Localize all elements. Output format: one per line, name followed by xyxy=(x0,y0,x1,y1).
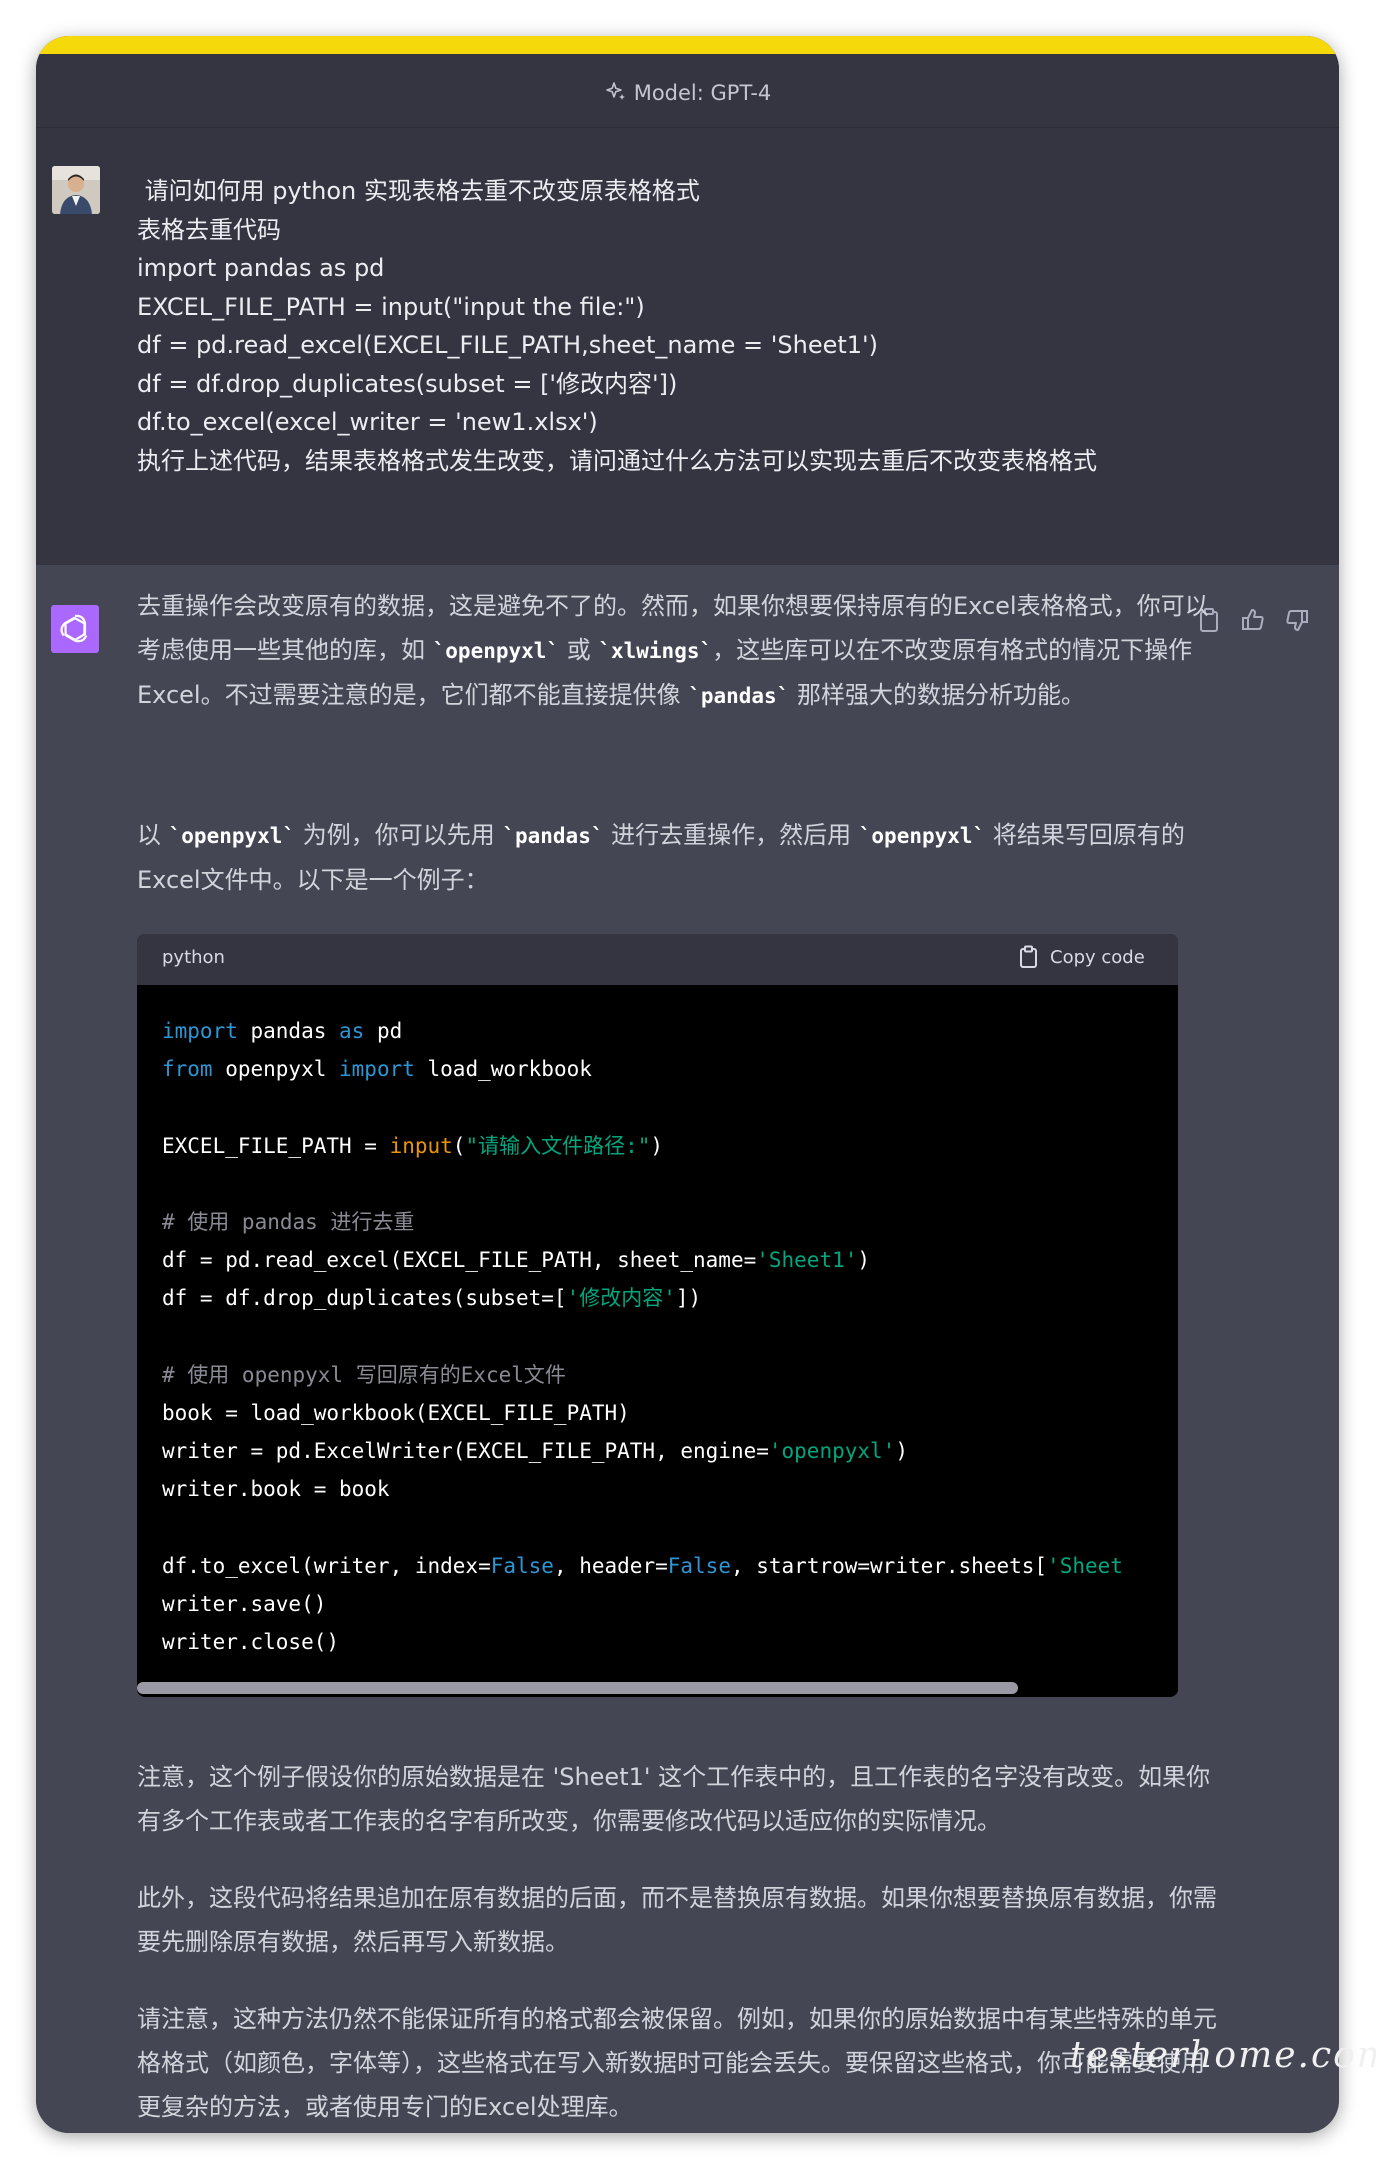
code-content: import pandas as pd from openpyxl import … xyxy=(162,1012,1178,1661)
user-message-line: df = pd.read_excel(EXCEL_FILE_PATH,sheet… xyxy=(137,331,879,359)
watermark: testerhome.com xyxy=(1070,2035,1376,2076)
code-token: df = pd.read_excel(EXCEL_FILE_PATH, shee… xyxy=(162,1248,757,1273)
chat-window: Model: GPT-4 请问如何用 python 实现表格去重不改变原表格格式… xyxy=(36,36,1339,2133)
code-line: EXCEL_FILE_PATH = input("请输入文件路径:") xyxy=(162,1127,1178,1165)
user-avatar[interactable] xyxy=(52,166,100,214)
code-token: writer.save() xyxy=(162,1591,327,1616)
code-line: df = df.drop_duplicates(subset=['修改内容']) xyxy=(162,1279,1178,1317)
model-label: Model: GPT-4 xyxy=(633,81,772,105)
inline-code: `openpyxl` xyxy=(858,824,986,848)
inline-code: `pandas` xyxy=(688,684,790,708)
code-language-label: python xyxy=(162,947,225,968)
user-message-line: import pandas as pd xyxy=(137,254,385,282)
code-token: input xyxy=(389,1133,453,1158)
code-token: df.to_excel(writer, index= xyxy=(162,1553,491,1578)
code-token: ( xyxy=(452,1133,466,1158)
model-header: Model: GPT-4 xyxy=(36,54,1339,128)
code-line: writer = pd.ExcelWriter(EXCEL_FILE_PATH,… xyxy=(162,1432,1178,1470)
code-token: # 使用 openpyxl 写回原有的Excel文件 xyxy=(162,1362,566,1387)
code-token: writer = pd.ExcelWriter(EXCEL_FILE_PATH,… xyxy=(162,1439,769,1464)
thumbs-up-icon[interactable] xyxy=(1240,607,1266,633)
code-token: False xyxy=(490,1553,554,1578)
code-token: from xyxy=(162,1057,213,1082)
code-line: df = pd.read_excel(EXCEL_FILE_PATH, shee… xyxy=(162,1241,1178,1279)
assistant-paragraph-2: 以 `openpyxl` 为例，你可以先用 `pandas` 进行去重操作，然后… xyxy=(137,821,1185,894)
code-line: writer.close() xyxy=(162,1623,1178,1661)
code-token: df = df.drop_duplicates(subset=[ xyxy=(162,1286,567,1311)
code-block-header: python Copy code xyxy=(137,934,1178,985)
top-accent-bar xyxy=(36,36,1339,54)
inline-code: `pandas` xyxy=(502,824,604,848)
copy-code-button[interactable]: Copy code xyxy=(1018,945,1145,975)
code-line: # 使用 openpyxl 写回原有的Excel文件 xyxy=(162,1356,1178,1394)
code-token: 'Sheet xyxy=(1047,1553,1123,1578)
user-message-line: 请问如何用 python 实现表格去重不改变原表格格式 xyxy=(137,177,700,205)
sparkle-icon xyxy=(605,82,625,100)
code-token: "请输入文件路径:" xyxy=(465,1133,651,1158)
inline-code: `openpyxl` xyxy=(432,639,560,663)
user-message-line: 执行上述代码，结果表格格式发生改变，请问通过什么方法可以实现去重后不改变表格格式 xyxy=(137,446,1097,475)
clipboard-icon xyxy=(1020,945,1037,968)
assistant-paragraph-5: 请注意，这种方法仍然不能保证所有的格式都会被保留。例如，如果你的原始数据中有某些… xyxy=(137,2005,1217,2121)
code-token: writer.book = book xyxy=(162,1477,390,1502)
code-token: openpyxl xyxy=(212,1057,340,1082)
assistant-paragraph-4: 此外，这段代码将结果追加在原有数据的后面，而不是替换原有数据。如果你想要替换原有… xyxy=(137,1884,1217,1956)
code-token: as xyxy=(339,1019,365,1043)
assistant-paragraph-1: 去重操作会改变原有的数据，这是避免不了的。然而，如果你想要保持原有的Excel表… xyxy=(137,592,1209,709)
code-line: writer.save() xyxy=(162,1585,1178,1623)
user-message-line: EXCEL_FILE_PATH = input("input the file:… xyxy=(137,292,645,321)
code-token: # 使用 pandas 进行去重 xyxy=(162,1209,415,1234)
code-token: ) xyxy=(857,1248,871,1273)
code-token: False xyxy=(667,1553,731,1578)
code-token: pd xyxy=(364,1019,403,1043)
inline-code: `openpyxl` xyxy=(168,824,296,848)
code-token: , header= xyxy=(553,1553,668,1578)
code-token: book = load_workbook(EXCEL_FILE_PATH) xyxy=(162,1400,630,1425)
code-token: import xyxy=(162,1019,238,1043)
code-line: book = load_workbook(EXCEL_FILE_PATH) xyxy=(162,1394,1178,1432)
code-token: ) xyxy=(650,1133,664,1158)
code-token: EXCEL_FILE_PATH = xyxy=(162,1133,390,1158)
code-token: 'openpyxl' xyxy=(768,1439,896,1464)
inline-code: `xlwings` xyxy=(598,639,713,663)
thumbs-down-icon[interactable] xyxy=(1284,607,1310,633)
code-token: load_workbook xyxy=(414,1057,592,1082)
code-block: python Copy code import pandas as pd from… xyxy=(137,934,1178,1697)
code-line: from openpyxl import load_workbook xyxy=(162,1050,1178,1088)
user-message-line: 表格去重代码 xyxy=(137,215,281,244)
code-token: import xyxy=(339,1057,415,1082)
code-line: import pandas as pd xyxy=(162,1012,1178,1050)
code-token: , startrow=writer.sheets[ xyxy=(730,1553,1048,1578)
assistant-message: 去重操作会改变原有的数据，这是避免不了的。然而，如果你想要保持原有的Excel表… xyxy=(36,565,1339,2133)
code-token: ]) xyxy=(675,1286,702,1311)
code-line: # 使用 pandas 进行去重 xyxy=(162,1203,1178,1241)
code-scrollbar-thumb[interactable] xyxy=(137,1682,1018,1694)
code-token: pandas xyxy=(237,1019,340,1043)
assistant-paragraph-3: 注意，这个例子假设你的原始数据是在 'Sheet1' 这个工作表中的，且工作表的… xyxy=(137,1763,1211,1835)
code-token: 'Sheet1' xyxy=(756,1248,858,1273)
user-message-text: 请问如何用 python 实现表格去重不改变原表格格式 表格去重代码 import … xyxy=(137,172,1097,480)
chatgpt-logo-icon xyxy=(51,605,99,653)
user-message-line: df = df.drop_duplicates(subset = ['修改内容'… xyxy=(137,369,678,398)
user-message: 请问如何用 python 实现表格去重不改变原表格格式 表格去重代码 import … xyxy=(36,128,1339,565)
code-token: writer.close() xyxy=(162,1630,340,1654)
user-message-line: df.to_excel(excel_writer = 'new1.xlsx') xyxy=(137,408,598,436)
code-token: '修改内容' xyxy=(566,1286,676,1311)
code-line: df.to_excel(writer, index=False, header=… xyxy=(162,1547,1178,1585)
code-token: ) xyxy=(895,1439,908,1464)
code-line: writer.book = book xyxy=(162,1470,1178,1508)
copy-code-label: Copy code xyxy=(1050,947,1145,968)
